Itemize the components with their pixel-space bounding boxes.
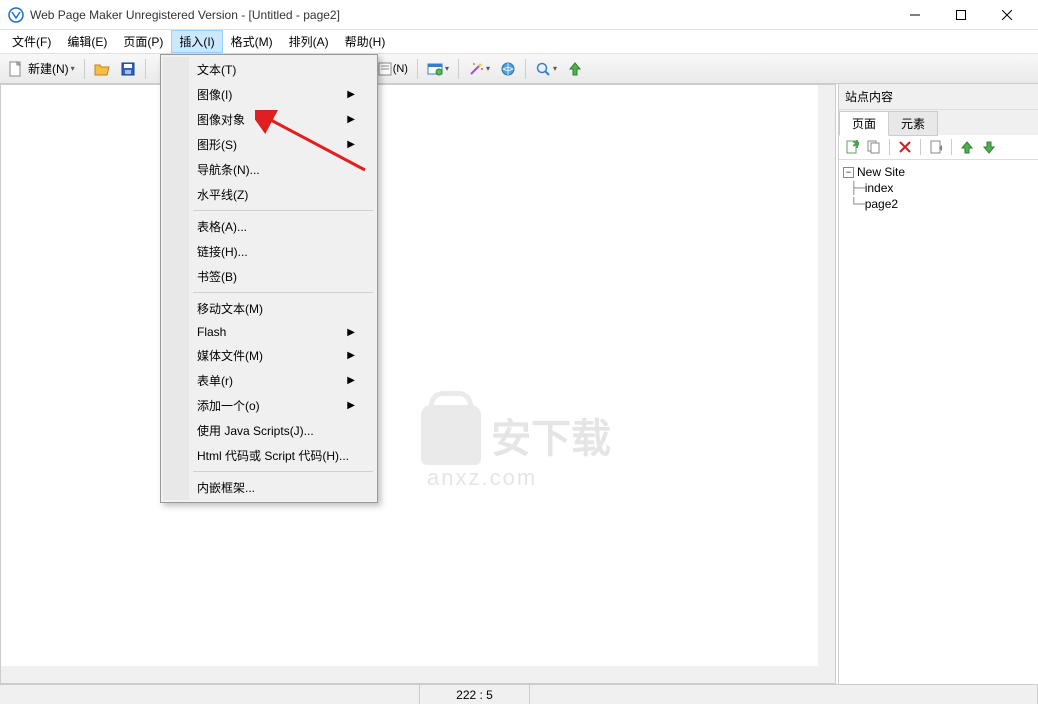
tab-page[interactable]: 页面 — [839, 111, 889, 136]
menu-edit[interactable]: 编辑(E) — [59, 30, 115, 53]
submenu-arrow-icon: ▶ — [347, 400, 355, 411]
statusbar: 222 : 5 — [0, 684, 1038, 704]
svg-text:✱: ✱ — [852, 140, 859, 151]
maximize-button[interactable] — [938, 0, 984, 30]
submenu-arrow-icon: ▶ — [347, 350, 355, 361]
copy-page-icon[interactable] — [865, 138, 883, 156]
up-arrow-icon[interactable] — [958, 138, 976, 156]
tree-item-index[interactable]: ├─ index — [843, 180, 1034, 196]
menu-file[interactable]: 文件(F) — [4, 30, 59, 53]
wand-button[interactable]: ▾ — [464, 57, 494, 81]
scroll-corner — [818, 666, 835, 683]
dd-media[interactable]: 媒体文件(M)▶ — [163, 343, 375, 368]
new-button-label: 新建(N) — [28, 60, 69, 77]
tree-item-page2[interactable]: └─ page2 — [843, 196, 1034, 212]
titlebar: Web Page Maker Unregistered Version - [U… — [0, 0, 1038, 30]
new-button[interactable]: 新建(N) ▾ — [4, 57, 79, 81]
dd-text[interactable]: 文本(T) — [163, 57, 375, 82]
save-button[interactable] — [116, 57, 140, 81]
dd-form[interactable]: 表单(r)▶ — [163, 368, 375, 393]
open-button[interactable] — [90, 57, 114, 81]
submenu-arrow-icon: ▶ — [347, 89, 355, 100]
chevron-down-icon: ▾ — [71, 64, 75, 73]
chevron-down-icon: ▾ — [445, 64, 449, 73]
vertical-scrollbar[interactable] — [818, 85, 835, 666]
dd-navbar[interactable]: 导航条(N)... — [163, 157, 375, 182]
zoom-button[interactable]: ▾ — [531, 57, 561, 81]
menu-arrange[interactable]: 排列(A) — [281, 30, 337, 53]
upload-button[interactable] — [563, 57, 587, 81]
sidebar-title: 站点内容 — [839, 84, 1038, 110]
tree-root[interactable]: − New Site — [843, 164, 1034, 180]
submenu-arrow-icon: ▶ — [347, 114, 355, 125]
tab-element[interactable]: 元素 — [888, 111, 938, 136]
chevron-down-icon: ▾ — [553, 64, 557, 73]
sidebar-toolbar: ✱ — [839, 135, 1038, 160]
canvas-area[interactable]: 安下载 anxz.com — [0, 84, 836, 684]
menu-page[interactable]: 页面(P) — [115, 30, 171, 53]
menubar: 文件(F) 编辑(E) 页面(P) 插入(I) 格式(M) 排列(A) 帮助(H… — [0, 30, 1038, 54]
insert-dropdown: 文本(T) 图像(I)▶ 图像对象▶ 图形(S)▶ 导航条(N)... 水平线(… — [160, 54, 378, 503]
refresh-icon[interactable] — [927, 138, 945, 156]
new-page-icon[interactable]: ✱ — [843, 138, 861, 156]
dd-js[interactable]: 使用 Java Scripts(J)... — [163, 418, 375, 443]
submenu-arrow-icon: ▶ — [347, 375, 355, 386]
toolbar: 新建(N) ▾ (N) ▾ ▾ ▾ — [0, 54, 1038, 84]
dd-html[interactable]: Html 代码或 Script 代码(H)... — [163, 443, 375, 468]
dd-image-obj[interactable]: 图像对象▶ — [163, 107, 375, 132]
dd-link[interactable]: 链接(H)... — [163, 239, 375, 264]
status-msg — [0, 685, 420, 704]
collapse-icon[interactable]: − — [843, 167, 854, 178]
menu-insert[interactable]: 插入(I) — [171, 30, 222, 53]
publish-button[interactable] — [496, 57, 520, 81]
dd-addone[interactable]: 添加一个(o)▶ — [163, 393, 375, 418]
window-title: Web Page Maker Unregistered Version - [U… — [30, 8, 892, 22]
down-arrow-icon[interactable] — [980, 138, 998, 156]
delete-icon[interactable] — [896, 138, 914, 156]
menu-help[interactable]: 帮助(H) — [337, 30, 394, 53]
dd-iframe[interactable]: 内嵌框架... — [163, 475, 375, 500]
dd-bookmark[interactable]: 书签(B) — [163, 264, 375, 289]
app-icon — [8, 7, 24, 23]
dd-shape[interactable]: 图形(S)▶ — [163, 132, 375, 157]
submenu-arrow-icon: ▶ — [347, 327, 355, 338]
site-tree: − New Site ├─ index └─ page2 — [839, 160, 1038, 684]
chevron-down-icon: ▾ — [486, 64, 490, 73]
dd-table[interactable]: 表格(A)... — [163, 214, 375, 239]
dd-image[interactable]: 图像(I)▶ — [163, 82, 375, 107]
sidebar: 站点内容 页面 元素 ✱ − New Site ├─ index — [838, 84, 1038, 684]
submenu-arrow-icon: ▶ — [347, 139, 355, 150]
watermark: 安下载 anxz.com — [421, 405, 611, 491]
dd-hr[interactable]: 水平线(Z) — [163, 182, 375, 207]
sidebar-tabs: 页面 元素 — [839, 110, 1038, 135]
horizontal-scrollbar[interactable] — [1, 666, 818, 683]
preview-button[interactable]: ▾ — [423, 57, 453, 81]
main-area: 安下载 anxz.com 站点内容 页面 元素 ✱ − New Si — [0, 84, 1038, 684]
properties-button[interactable]: (N) — [373, 57, 412, 81]
status-coords: 222 : 5 — [420, 685, 530, 704]
close-button[interactable] — [984, 0, 1030, 30]
menu-format[interactable]: 格式(M) — [223, 30, 281, 53]
minimize-button[interactable] — [892, 0, 938, 30]
dd-marquee[interactable]: 移动文本(M) — [163, 296, 375, 321]
dd-flash[interactable]: Flash▶ — [163, 321, 375, 343]
